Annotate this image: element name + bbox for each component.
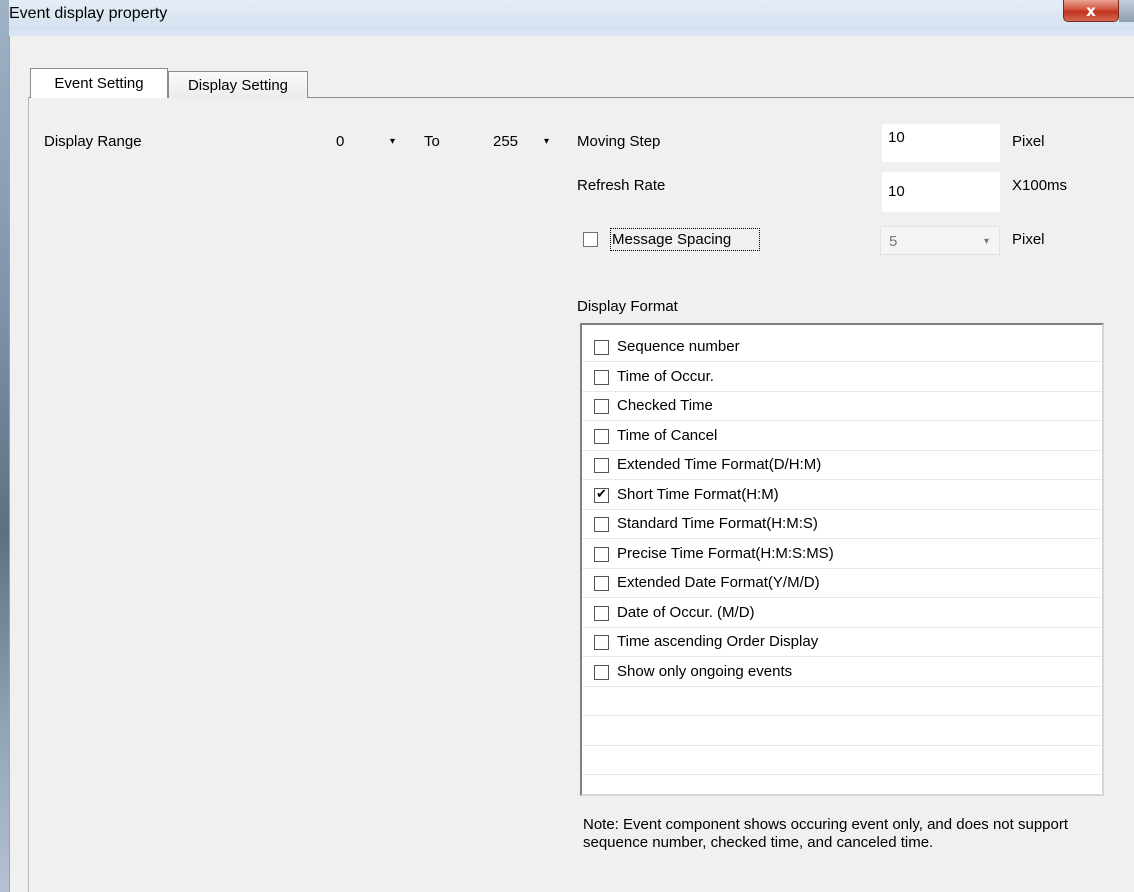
moving-step-label: Moving Step xyxy=(577,133,661,150)
list-item[interactable]: Extended Time Format(D/H:M) xyxy=(582,451,1102,480)
refresh-rate-label: Refresh Rate xyxy=(577,177,666,194)
list-item[interactable]: Date of Occur. (M/D) xyxy=(582,599,1102,628)
format-checkbox[interactable] xyxy=(594,428,609,444)
display-range-from-select[interactable]: 0 ▾ xyxy=(328,126,408,154)
format-item-label: Time of Occur. xyxy=(617,367,714,385)
format-checkbox[interactable] xyxy=(594,340,609,355)
tab-display-setting[interactable]: Display Setting xyxy=(168,71,308,98)
format-item-label: Show only ongoing events xyxy=(617,662,793,680)
list-empty-row xyxy=(582,717,1102,746)
refresh-rate-input[interactable]: 10 xyxy=(882,172,1000,212)
chevron-down-icon: ▾ xyxy=(983,236,989,247)
list-item[interactable]: Precise Time Format(H:M:S:MS) xyxy=(582,540,1102,569)
format-item-label: Time of Cancel xyxy=(617,426,718,444)
list-item[interactable]: Show only ongoing events xyxy=(582,658,1102,687)
list-empty-row xyxy=(582,746,1102,775)
list-item[interactable]: Time of Occur. xyxy=(582,363,1102,392)
moving-step-value: 10 xyxy=(888,129,905,146)
dialog-window: Event display property x Event Setting D… xyxy=(0,0,1134,892)
display-range-to-value: 255 xyxy=(493,133,519,150)
focus-rectangle xyxy=(610,228,760,251)
close-icon: x xyxy=(1086,1,1096,20)
chevron-down-icon: ▾ xyxy=(544,136,550,147)
list-item[interactable]: Checked Time xyxy=(582,392,1102,421)
desktop-edge xyxy=(0,0,9,892)
list-item[interactable]: Time ascending Order Display xyxy=(582,628,1102,657)
moving-step-input[interactable]: 10 xyxy=(882,124,1000,162)
format-checkbox[interactable] xyxy=(594,635,609,650)
message-spacing-value: 5 xyxy=(889,233,898,250)
format-item-label: Extended Time Format(D/H:M) xyxy=(617,456,822,473)
list-item[interactable]: Standard Time Format(H:M:S) xyxy=(582,510,1102,539)
format-item-label: Sequence number xyxy=(617,338,740,355)
message-spacing-unit: Pixel xyxy=(1012,231,1045,248)
message-spacing-select[interactable]: 5 ▾ xyxy=(880,226,1000,255)
display-range-label: Display Range xyxy=(44,133,142,150)
list-item[interactable]: ✔ Short Time Format(H:M) xyxy=(582,481,1102,510)
display-format-list[interactable]: Sequence number Time of Occur. Checked Tim… xyxy=(580,323,1104,796)
display-range-from-value: 0 xyxy=(336,133,345,150)
format-checkbox[interactable] xyxy=(594,605,609,621)
list-item[interactable]: Extended Date Format(Y/M/D) xyxy=(582,569,1102,598)
format-checkbox[interactable] xyxy=(594,576,609,591)
format-checkbox[interactable] xyxy=(594,664,609,680)
refresh-rate-unit: X100ms xyxy=(1012,177,1068,194)
format-item-label: Extended Date Format(Y/M/D) xyxy=(617,574,820,591)
chevron-down-icon: ▾ xyxy=(390,136,396,147)
list-item[interactable]: Sequence number xyxy=(582,333,1102,362)
format-item-label: Checked Time xyxy=(617,397,713,414)
format-checkbox[interactable] xyxy=(594,517,609,532)
format-checkbox[interactable] xyxy=(594,458,609,473)
format-checkbox[interactable] xyxy=(594,369,609,385)
format-checkbox[interactable] xyxy=(594,546,609,562)
message-spacing-checkbox[interactable] xyxy=(583,232,598,247)
tab-display-setting-label: Display Setting xyxy=(187,76,289,94)
close-button[interactable]: x xyxy=(1063,0,1119,22)
format-item-label: Precise Time Format(H:M:S:MS) xyxy=(617,544,834,562)
display-format-label: Display Format xyxy=(577,298,678,315)
list-item[interactable]: Time of Cancel xyxy=(582,422,1102,451)
moving-step-unit: Pixel xyxy=(1012,133,1045,150)
format-item-label: Standard Time Format(H:M:S) xyxy=(617,515,818,532)
list-empty-row xyxy=(582,687,1102,716)
window-title: Event display property xyxy=(9,5,168,22)
refresh-rate-value: 10 xyxy=(888,183,905,200)
format-checkbox[interactable]: ✔ xyxy=(594,487,609,503)
title-bar-edge xyxy=(1119,0,1134,22)
tab-event-setting-label: Event Setting xyxy=(54,75,144,92)
format-item-label: Short Time Format(H:M) xyxy=(617,485,779,503)
title-bar[interactable]: Event display property x xyxy=(0,0,1134,30)
tab-event-setting[interactable]: Event Setting xyxy=(30,68,168,98)
format-item-label: Date of Occur. (M/D) xyxy=(617,603,755,621)
display-range-to-select[interactable]: 255 ▾ xyxy=(486,126,566,154)
note-text: Note: Event component shows occuring eve… xyxy=(583,816,1069,851)
format-checkbox[interactable] xyxy=(594,399,609,414)
format-item-label: Time ascending Order Display xyxy=(617,633,819,650)
display-range-to-label: To xyxy=(424,133,440,150)
